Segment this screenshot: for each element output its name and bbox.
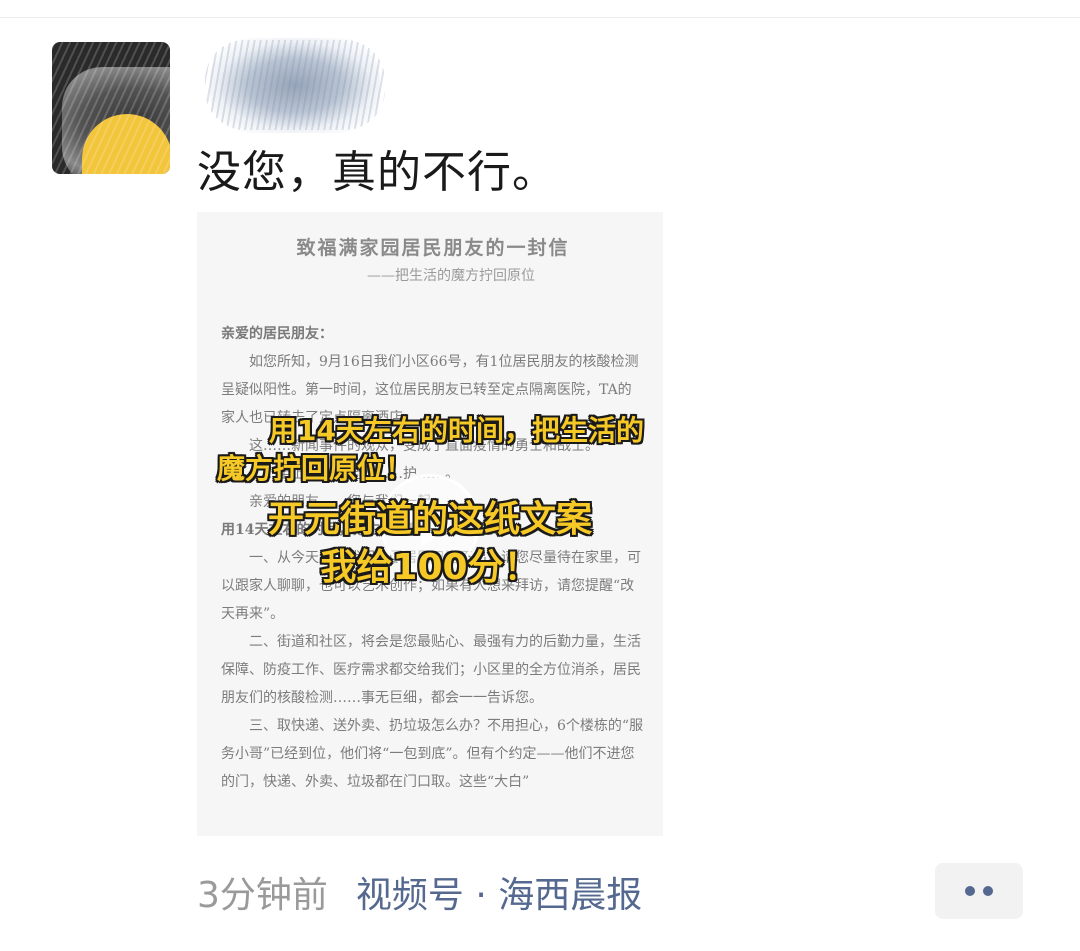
video-card[interactable]: 致福满家园居民朋友的一封信 ——把生活的魔方拧回原位 亲爱的居民朋友： 如您所知… — [197, 212, 663, 836]
video-caption-top: 用14天左右的时间，把生活的 魔方拧回原位！ — [197, 412, 663, 488]
avatar-scribble — [52, 42, 170, 174]
video-caption-main: 开元街道的这纸文案 我给100分！ — [197, 496, 663, 592]
more-dots-icon[interactable] — [935, 863, 1023, 919]
post-meta: 3分钟前 视频号 · 海西晨报 — [197, 866, 642, 918]
caption-line: 魔方拧回原位！ — [217, 452, 414, 485]
dot — [983, 886, 993, 896]
channel-link[interactable]: 视频号 · 海西晨报 — [356, 875, 642, 916]
doc-subtitle: ——把生活的魔方拧回原位 — [367, 268, 535, 284]
dot — [965, 886, 975, 896]
top-divider — [0, 17, 1080, 18]
caption-line: 开元街道的这纸文案 — [267, 499, 592, 540]
moments-post: 没您，真的不行。 致福满家园居民朋友的一封信 ——把生活的魔方拧回原位 亲爱的居… — [0, 0, 1080, 951]
doc-title: 致福满家园居民朋友的一封信 — [296, 237, 570, 259]
post-text: 没您，真的不行。 — [197, 147, 557, 198]
doc-paragraph: 三、取快递、送外卖、扔垃圾怎么办？不用担心，6个楼栋的“服务小哥”已经到位，他们… — [221, 718, 644, 790]
post-time: 3分钟前 — [197, 875, 328, 916]
caption-line: 我给100分！ — [320, 547, 540, 588]
avatar[interactable] — [52, 42, 170, 174]
doc-salutation: 亲爱的居民朋友： — [221, 326, 333, 342]
caption-line: 用14天左右的时间，把生活的 — [269, 414, 644, 447]
doc-paragraph: 二、街道和社区，将会是您最贴心、最强有力的后勤力量，生活保障、防疫工作、医疗需求… — [221, 634, 641, 706]
username-scribble — [205, 40, 385, 130]
